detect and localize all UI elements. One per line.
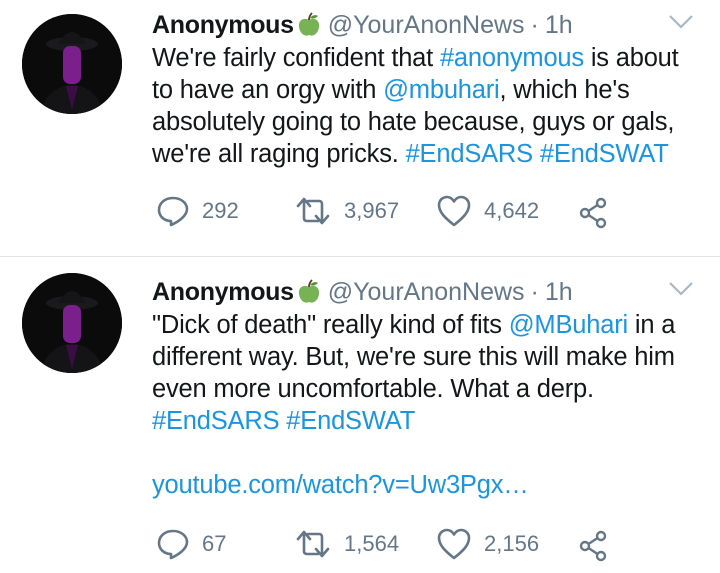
hashtag-link[interactable]: #anonymous [440, 44, 584, 72]
hashtag-link[interactable]: #EndSWAT [286, 407, 415, 435]
like-icon [437, 528, 471, 560]
retweet-icon [296, 197, 330, 225]
tweet-header: Anonymous @YourAnonNews · 1h [152, 277, 573, 307]
retweet-count: 1,564 [344, 531, 400, 556]
reply-button[interactable]: 67 [156, 527, 226, 561]
hashtag-link[interactable]: #EndSWAT [540, 140, 669, 168]
mention-link[interactable]: @mbuhari [383, 76, 500, 104]
url-link[interactable]: youtube.com/watch?v=Uw3Pgx… [152, 471, 529, 499]
avatar[interactable] [22, 273, 122, 373]
green-apple-emoji-icon [296, 279, 322, 305]
author-handle[interactable]: @YourAnonNews [328, 10, 525, 40]
author-handle[interactable]: @YourAnonNews [328, 277, 525, 307]
green-apple-emoji-icon [296, 12, 322, 38]
retweet-count: 3,967 [344, 198, 400, 223]
tweet[interactable]: Anonymous @YourAnonNews · 1h We're fairl… [0, 0, 720, 256]
hashtag-link[interactable]: #EndSARS [406, 140, 534, 168]
reply-count: 292 [202, 198, 239, 223]
mention-link[interactable]: @MBuhari [509, 311, 628, 339]
share-icon [579, 530, 607, 562]
avatar-image [22, 14, 122, 114]
chevron-down-icon[interactable] [668, 14, 694, 30]
reply-button[interactable]: 292 [156, 194, 239, 228]
separator-dot: · [530, 278, 539, 306]
tweet-header: Anonymous @YourAnonNews · 1h [152, 10, 573, 40]
like-icon [437, 195, 471, 227]
tweet-text: "Dick of death" really kind of fits @MBu… [152, 309, 697, 501]
retweet-button[interactable]: 1,564 [294, 527, 399, 561]
tweet-actions: 292 3,967 4,642 [152, 194, 720, 234]
avatar[interactable] [22, 14, 122, 114]
share-button[interactable] [578, 530, 610, 567]
hashtag-link[interactable]: #EndSARS [152, 407, 280, 435]
tweet[interactable]: Anonymous @YourAnonNews · 1h "Dick of de… [0, 257, 720, 573]
reply-count: 67 [202, 531, 227, 556]
timestamp[interactable]: 1h [545, 277, 573, 307]
like-button[interactable]: 2,156 [436, 527, 539, 561]
reply-icon [157, 196, 189, 227]
retweet-button[interactable]: 3,967 [294, 194, 399, 228]
like-count: 2,156 [484, 531, 540, 556]
separator-dot: · [530, 11, 539, 39]
avatar-image [22, 273, 122, 373]
tweet-actions: 67 1,564 2,156 [152, 527, 720, 567]
tweet-text-segment: "Dick of death" really kind of fits [152, 311, 509, 339]
share-button[interactable] [578, 197, 610, 234]
tweet-text: We're fairly confident that #anonymous i… [152, 42, 697, 170]
like-button[interactable]: 4,642 [436, 194, 539, 228]
author-name[interactable]: Anonymous [152, 277, 294, 307]
author-name[interactable]: Anonymous [152, 10, 294, 40]
reply-icon [157, 529, 189, 560]
timestamp[interactable]: 1h [545, 10, 573, 40]
tweet-text-segment: We're fairly confident that [152, 44, 440, 72]
chevron-down-icon[interactable] [668, 281, 694, 297]
tweet-text-segment [533, 140, 540, 168]
share-icon [579, 197, 607, 229]
like-count: 4,642 [484, 198, 540, 223]
retweet-icon [296, 530, 330, 558]
